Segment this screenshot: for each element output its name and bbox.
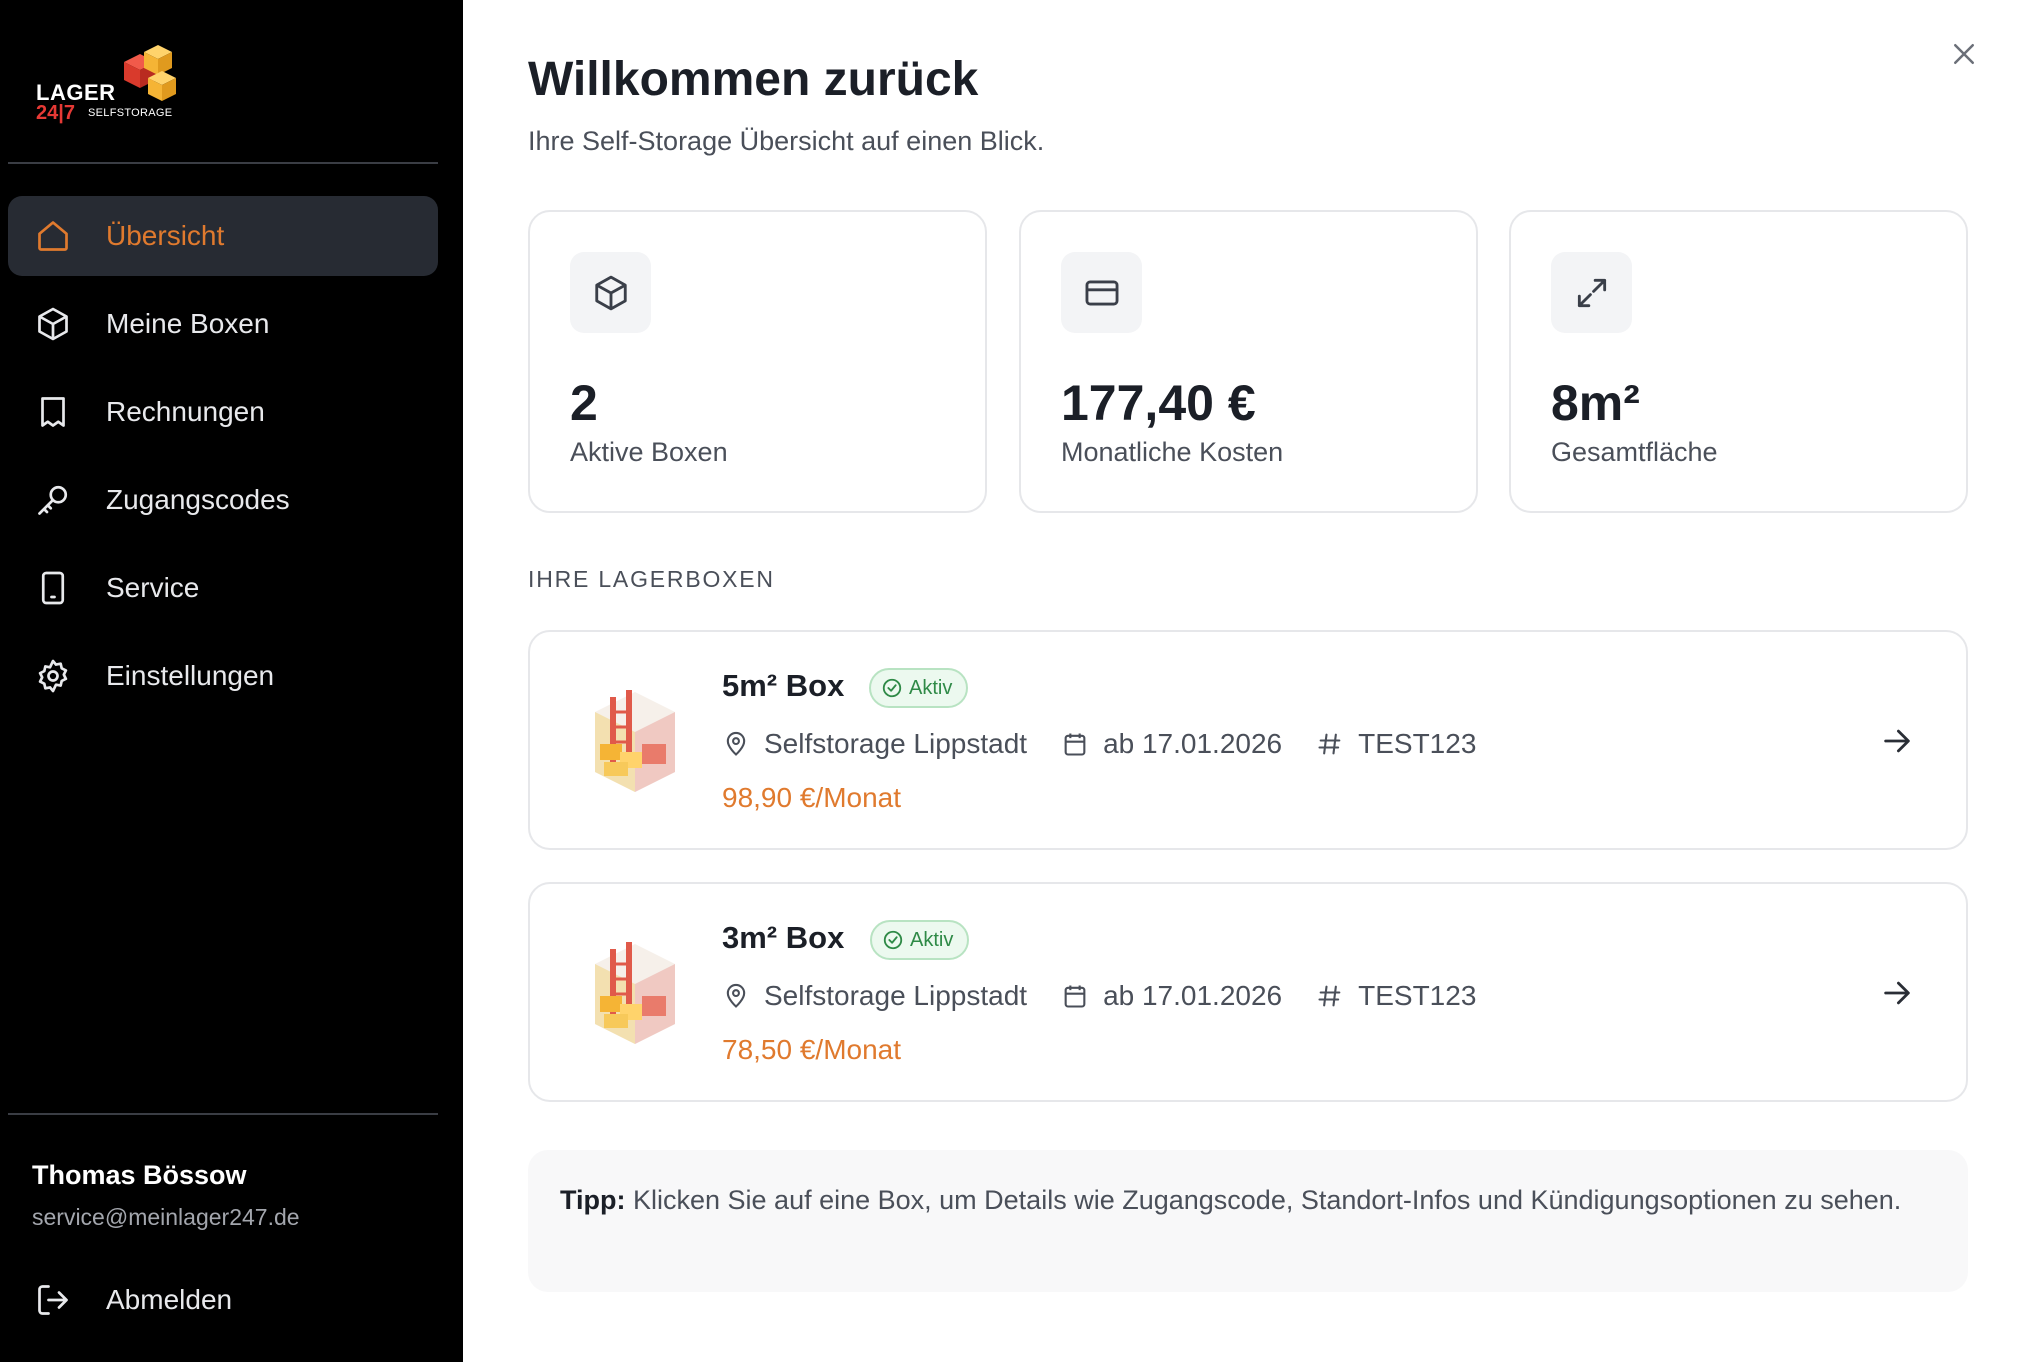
tip-text: Klicken Sie auf eine Box, um Details wie…: [625, 1185, 1902, 1215]
storage-box-card[interactable]: 3m² Box Aktiv Selfstorage Lippstadt ab 1…: [528, 882, 1968, 1102]
sidebar-divider: [8, 162, 438, 164]
nav-label: Rechnungen: [106, 396, 265, 427]
tip-label: Tipp:: [560, 1185, 626, 1215]
brand-tagline: SELFSTORAGE: [88, 107, 173, 119]
box-icon: [34, 305, 72, 343]
status-badge: Aktiv: [870, 920, 970, 960]
sidebar: LAGER 24|7 SELFSTORAGE Übersicht Meine B…: [0, 0, 463, 1362]
calendar-icon: [1064, 733, 1086, 756]
user-email: service@meinlager247.de: [32, 1204, 300, 1230]
arrow-right-icon: [1884, 729, 1910, 753]
stat-card-aktive-boxen: 2 Aktive Boxen: [528, 210, 987, 513]
check-circle-icon: [882, 678, 902, 698]
stat-label: Aktive Boxen: [570, 437, 728, 467]
code-text: TEST123: [1358, 728, 1477, 759]
storage-box-card[interactable]: 5m² Box Aktiv Selfstorage Lippstadt ab 1…: [528, 630, 1968, 850]
box-icon: [570, 252, 651, 333]
page-subtitle: Ihre Self-Storage Übersicht auf einen Bl…: [528, 126, 1045, 156]
box-location: Selfstorage Lippstadt: [722, 980, 1027, 1012]
credit-card-icon: [1061, 252, 1142, 333]
nav-label: Service: [106, 572, 200, 603]
box-meta: Selfstorage Lippstadt ab 17.01.2026 TEST…: [722, 724, 1476, 764]
status-badge: Aktiv: [869, 668, 969, 708]
user-name: Thomas Bössow: [32, 1160, 247, 1190]
box-price: 78,50 €/Monat: [722, 1034, 902, 1065]
nav-item-rechnungen[interactable]: Rechnungen: [8, 372, 438, 452]
key-icon: [34, 481, 72, 519]
nav-item-meine-boxen[interactable]: Meine Boxen: [8, 284, 438, 364]
calendar-icon: [1064, 985, 1086, 1008]
location-text: Selfstorage Lippstadt: [764, 728, 1028, 759]
nav-label: Einstellungen: [106, 660, 275, 691]
stat-value: 8m²: [1551, 375, 1640, 431]
logout-button[interactable]: Abmelden: [8, 1262, 438, 1338]
date-text: ab 17.01.2026: [1103, 728, 1283, 759]
stat-label: Monatliche Kosten: [1061, 437, 1284, 467]
stat-label: Gesamtfläche: [1551, 437, 1718, 467]
brand-logo[interactable]: LAGER 24|7 SELFSTORAGE: [34, 44, 184, 126]
storage-unit-image: [595, 942, 675, 1044]
close-button[interactable]: [1944, 34, 1984, 74]
open-box-arrow[interactable]: [1874, 718, 1920, 764]
nav-label: Zugangscodes: [106, 484, 290, 515]
sidebar-divider: [8, 1113, 438, 1115]
box-start-date: ab 17.01.2026: [1061, 728, 1282, 760]
code-text: TEST123: [1358, 980, 1477, 1011]
logout-icon: [34, 1281, 72, 1319]
nav-item-service[interactable]: Service: [8, 548, 438, 628]
nav-label: Übersicht: [106, 220, 225, 251]
arrow-right-icon: [1884, 981, 1910, 1005]
box-price: 98,90 €/Monat: [722, 782, 902, 813]
location-text: Selfstorage Lippstadt: [764, 980, 1028, 1011]
tip-box: Tipp: Klicken Sie auf eine Box, um Detai…: [528, 1150, 1968, 1292]
phone-icon: [34, 569, 72, 607]
status-text: Aktiv: [910, 928, 954, 951]
map-pin-icon: [726, 983, 746, 1008]
box-start-date: ab 17.01.2026: [1061, 980, 1282, 1012]
home-icon: [34, 217, 72, 255]
box-name: 3m² Box: [722, 920, 845, 955]
nav-item-zugangscodes[interactable]: Zugangscodes: [8, 460, 438, 540]
status-text: Aktiv: [909, 676, 953, 699]
expand-icon: [1551, 252, 1632, 333]
close-icon: [1954, 44, 1974, 64]
date-text: ab 17.01.2026: [1103, 980, 1283, 1011]
check-circle-icon: [883, 930, 903, 950]
hash-icon: [1318, 733, 1341, 755]
cube-logo-icon: [124, 45, 176, 101]
box-meta: Selfstorage Lippstadt ab 17.01.2026 TEST…: [722, 976, 1476, 1016]
box-code: TEST123: [1316, 980, 1476, 1012]
section-heading: IHRE LAGERBOXEN: [528, 566, 775, 592]
stat-card-gesamtflaeche: 8m² Gesamtfläche: [1509, 210, 1968, 513]
brand-247: 24|7: [36, 102, 75, 124]
nav-item-uebersicht[interactable]: Übersicht: [8, 196, 438, 276]
page-title: Willkommen zurück: [528, 53, 979, 106]
box-code: TEST123: [1316, 728, 1476, 760]
stat-value: 2: [570, 375, 598, 431]
nav-item-einstellungen[interactable]: Einstellungen: [8, 636, 438, 716]
logout-label: Abmelden: [106, 1284, 233, 1315]
map-pin-icon: [726, 731, 746, 756]
receipt-icon: [34, 393, 72, 431]
stat-card-monatliche-kosten: 177,40 € Monatliche Kosten: [1019, 210, 1478, 513]
box-location: Selfstorage Lippstadt: [722, 728, 1027, 760]
gear-icon: [34, 657, 72, 695]
open-box-arrow[interactable]: [1874, 970, 1920, 1016]
box-name: 5m² Box: [722, 668, 845, 703]
nav-label: Meine Boxen: [106, 308, 270, 339]
storage-unit-image: [595, 690, 675, 792]
stat-value: 177,40 €: [1061, 375, 1256, 431]
hash-icon: [1318, 985, 1341, 1007]
